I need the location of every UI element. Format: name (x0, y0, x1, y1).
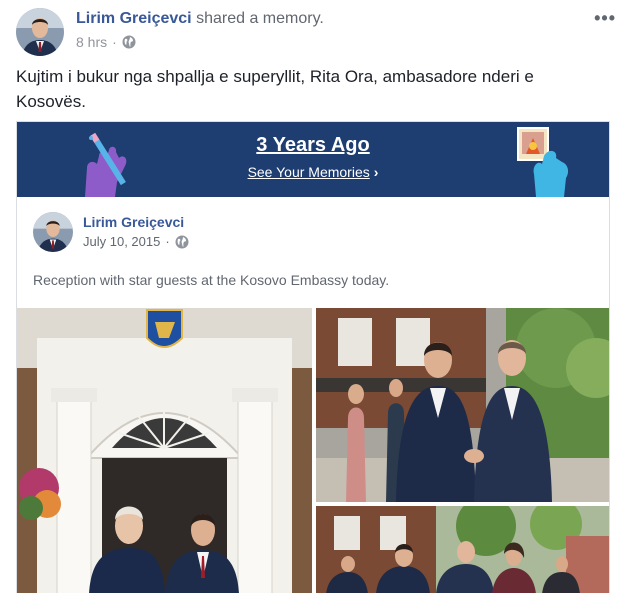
chevron-right-icon: › (373, 164, 379, 180)
meta-separator: · (165, 234, 170, 249)
see-memories-label[interactable]: See Your Memories (248, 164, 370, 180)
post-body-text: Kujtim i bukur nga shpallja e superyllit… (16, 67, 534, 111)
photo-embassy-entrance[interactable] (17, 308, 312, 593)
globe-icon[interactable] (122, 35, 136, 49)
photo-handshake[interactable] (316, 308, 609, 502)
memory-banner[interactable]: 3 Years Ago See Your Memories › (17, 122, 609, 197)
header-title: Lirim Greiçevci shared a memory. (76, 10, 324, 28)
hand-photo-icon (512, 126, 582, 197)
author-name-link[interactable]: Lirim Greiçevci (76, 10, 192, 27)
more-options-button[interactable]: ••• (594, 8, 616, 29)
original-post-meta: July 10, 2015 · (83, 234, 189, 249)
globe-icon[interactable] (175, 235, 189, 249)
post-header: Lirim Greiçevci shared a memory. 8 hrs ·… (16, 8, 626, 58)
original-post-header: Lirim Greiçevci July 10, 2015 · (33, 212, 593, 256)
original-post-text: Reception with star guests at the Kosovo… (33, 272, 390, 288)
author-avatar[interactable] (16, 8, 64, 56)
photo-street-group[interactable] (316, 506, 609, 593)
original-author-avatar[interactable] (33, 212, 73, 252)
memory-card: 3 Years Ago See Your Memories › Lirim Gr… (16, 121, 610, 593)
original-author-name-link[interactable]: Lirim Greiçevci (83, 214, 184, 230)
original-post-date[interactable]: July 10, 2015 (83, 234, 160, 249)
post-action-text: shared a memory. (196, 10, 324, 27)
post-timestamp[interactable]: 8 hrs (76, 34, 107, 50)
post-meta: 8 hrs · (76, 34, 136, 50)
meta-separator: · (112, 34, 117, 50)
